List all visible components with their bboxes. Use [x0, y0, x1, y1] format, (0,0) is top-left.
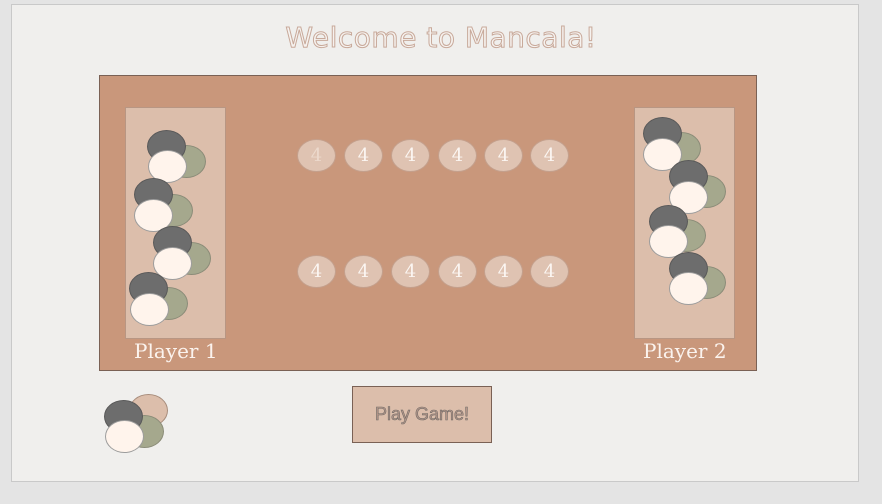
pit-top-5[interactable]: 4	[484, 139, 523, 172]
pit-top-2[interactable]: 4	[344, 139, 383, 172]
player-1-store[interactable]	[125, 107, 226, 339]
pit-bottom-4[interactable]: 4	[438, 255, 477, 288]
pit-bottom-6[interactable]: 4	[530, 255, 569, 288]
pit-top-4[interactable]: 4	[438, 139, 477, 172]
pit-top-3[interactable]: 4	[391, 139, 430, 172]
pit-top-6[interactable]: 4	[530, 139, 569, 172]
store-stone	[130, 293, 169, 326]
pit-bottom-3[interactable]: 4	[391, 255, 430, 288]
pit-bottom-1[interactable]: 4	[297, 255, 336, 288]
logo-stone-cream	[105, 420, 144, 453]
player-1-label: Player 1	[134, 339, 218, 363]
pit-top-1[interactable]: 4	[297, 139, 336, 172]
mancala-board: Player 1 Player 2 4 4 4 4 4 4 4 4 4 4 4 …	[99, 75, 757, 371]
player-2-label: Player 2	[643, 339, 727, 363]
stones-logo	[104, 394, 174, 456]
pit-bottom-2[interactable]: 4	[344, 255, 383, 288]
pit-bottom-5[interactable]: 4	[484, 255, 523, 288]
play-game-button[interactable]: Play Game!	[352, 386, 492, 443]
store-stone	[669, 272, 708, 305]
page-title: Welcome to Mancala!	[285, 21, 597, 55]
player-2-store[interactable]	[634, 107, 735, 339]
